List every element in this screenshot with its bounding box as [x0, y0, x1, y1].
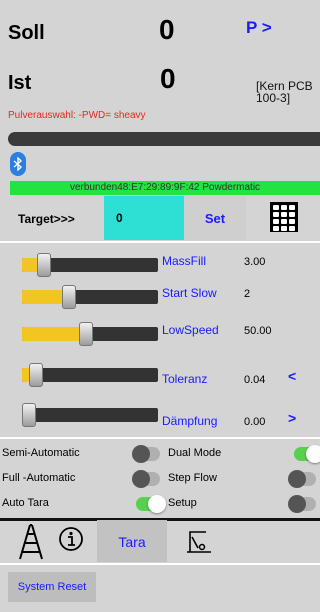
- set-button[interactable]: Set: [184, 196, 246, 240]
- toleranz-slider[interactable]: [22, 363, 158, 387]
- toggle-row: Semi-Automatic Dual Mode: [0, 445, 320, 463]
- target-input[interactable]: [104, 196, 184, 240]
- slider-value: 50.00: [244, 325, 272, 337]
- divider: [0, 437, 320, 439]
- toggle-knob: [288, 470, 306, 488]
- slider-label[interactable]: Start Slow: [162, 286, 217, 300]
- slider-start-slow: Start Slow 2: [0, 276, 320, 314]
- slider-label[interactable]: Dämpfung: [162, 414, 217, 428]
- step-flow-toggle[interactable]: [288, 470, 316, 488]
- app-screen: Soll 0 P > Ist 0 [Kern PCB 100-3] Pulver…: [0, 0, 320, 612]
- full-automatic-toggle[interactable]: [132, 470, 160, 488]
- semi-automatic-toggle[interactable]: [132, 445, 160, 463]
- slider-daempfung: Dämpfung 0.00 >: [0, 394, 320, 432]
- divider: [0, 563, 320, 565]
- massfill-slider[interactable]: [22, 253, 158, 277]
- target-label: Target>>>: [18, 212, 75, 226]
- divider: [0, 241, 320, 243]
- auto-tara-toggle[interactable]: [136, 495, 166, 513]
- tab-bar: Tara: [0, 520, 320, 562]
- toggle-row: Full -Automatic Step Flow: [0, 470, 320, 488]
- ladder-icon[interactable]: [16, 524, 46, 566]
- decrease-arrow-button[interactable]: <: [288, 368, 296, 384]
- soll-label: Soll: [8, 22, 45, 44]
- bluetooth-icon[interactable]: [10, 152, 26, 176]
- slider-thumb[interactable]: [36, 253, 51, 277]
- slider-thumb[interactable]: [22, 403, 36, 427]
- daempfung-slider[interactable]: [22, 403, 158, 427]
- dual-mode-toggle[interactable]: [294, 445, 320, 463]
- slider-label[interactable]: Toleranz: [162, 372, 207, 386]
- slider-lowspeed: LowSpeed 50.00: [0, 313, 320, 351]
- info-icon[interactable]: [58, 526, 84, 568]
- slider-value: 3.00: [244, 256, 266, 268]
- slider-value: 0.00: [244, 416, 266, 428]
- setup-label: Setup: [168, 497, 197, 509]
- target-row: Target>>> Set: [0, 196, 320, 240]
- increase-arrow-button[interactable]: >: [288, 410, 296, 426]
- keypad-icon[interactable]: [270, 202, 298, 232]
- semi-automatic-label: Semi-Automatic: [2, 447, 80, 459]
- start-slow-slider[interactable]: [22, 285, 158, 309]
- p-link-button[interactable]: P >: [246, 18, 272, 38]
- slider-thumb[interactable]: [62, 285, 77, 309]
- progress-bar: [8, 132, 320, 146]
- setup-toggle[interactable]: [288, 495, 316, 513]
- slider-thumb[interactable]: [29, 363, 44, 387]
- connection-status: verbunden48:E7:29:89:9F:42 Powdermatic: [10, 181, 320, 195]
- full-automatic-label: Full -Automatic: [2, 472, 76, 484]
- dual-mode-label: Dual Mode: [168, 447, 222, 459]
- system-reset-button[interactable]: System Reset: [8, 572, 96, 602]
- tab-tara[interactable]: Tara: [97, 520, 167, 562]
- ist-label: Ist: [8, 72, 32, 94]
- slider-fill: [22, 327, 87, 341]
- toggle-knob: [132, 445, 150, 463]
- toggle-knob: [288, 495, 306, 513]
- slider-thumb[interactable]: [79, 322, 94, 346]
- lowspeed-slider[interactable]: [22, 322, 158, 346]
- toggle-knob: [132, 470, 150, 488]
- slider-label[interactable]: LowSpeed: [162, 323, 219, 337]
- slider-value: 2: [244, 288, 251, 300]
- toggle-knob: [148, 495, 166, 513]
- step-flow-label: Step Flow: [168, 472, 217, 484]
- ist-value: 0: [160, 63, 176, 94]
- slider-value: 0.04: [244, 374, 266, 386]
- toggle-row: Auto Tara Setup: [0, 495, 320, 513]
- slider-toleranz: Toleranz 0.04 <: [0, 354, 320, 392]
- soll-value: 0: [159, 14, 175, 45]
- slider-label[interactable]: MassFill: [162, 254, 206, 268]
- toggle-knob: [306, 445, 320, 463]
- scale-info: [Kern PCB 100-3]: [256, 79, 313, 105]
- auto-tara-label: Auto Tara: [2, 497, 49, 509]
- powder-selection: Pulverauswahl: -PWD= sheavy: [8, 110, 146, 121]
